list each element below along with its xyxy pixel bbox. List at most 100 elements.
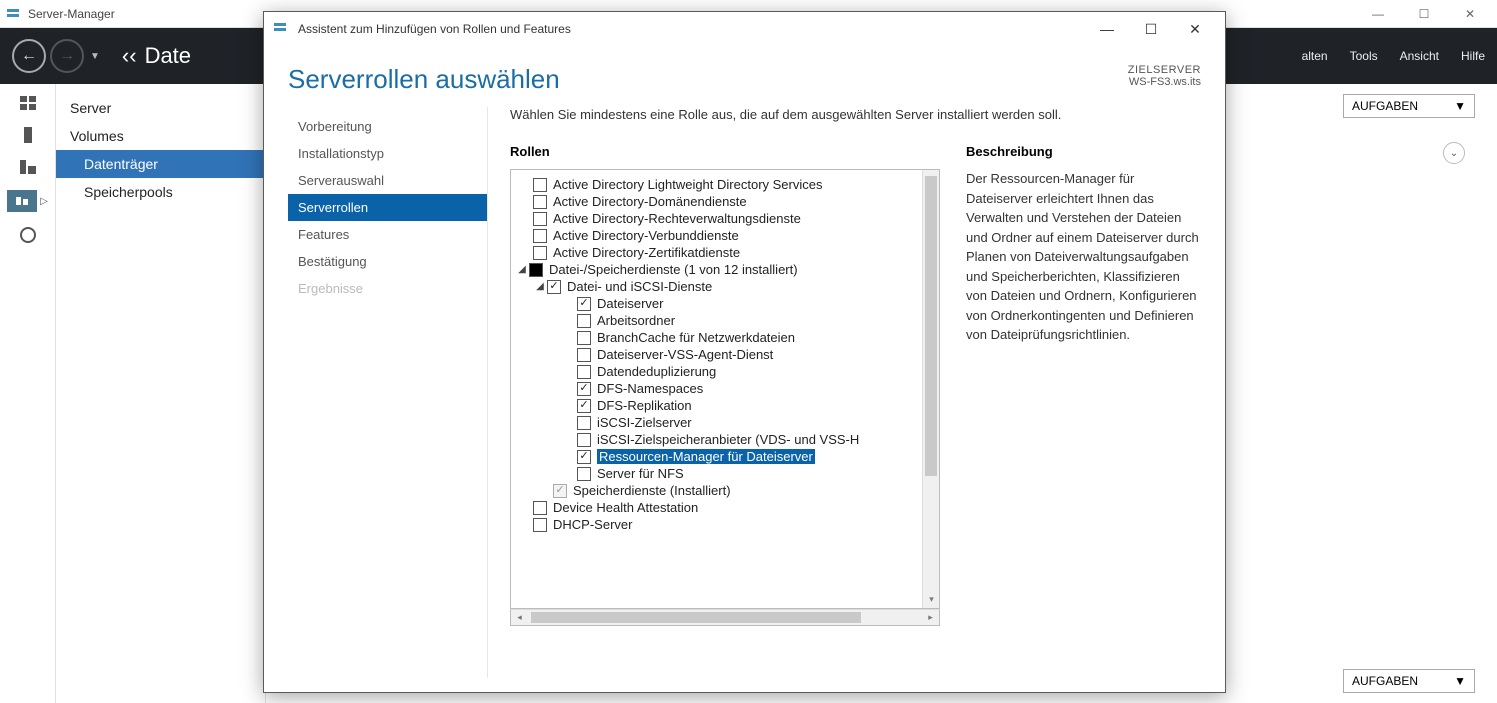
role-iscsi-provider[interactable]: iSCSI-Zielspeicheranbieter (VDS- und VSS… [515,431,918,448]
wizard-titlebar: Assistent zum Hinzufügen von Rollen und … [264,12,1225,46]
checkbox[interactable] [577,467,591,481]
icon-strip: ▷ [0,84,56,703]
step-installation-type[interactable]: Installationstyp [288,140,487,167]
step-server-selection[interactable]: Serverauswahl [288,167,487,194]
role-dhcp[interactable]: DHCP-Server [515,516,918,533]
nav-back-button[interactable]: ← [12,39,46,73]
expand-icon[interactable]: ▷ [40,196,48,207]
local-server-icon[interactable] [17,126,39,144]
menu-help[interactable]: Hilfe [1461,49,1485,63]
checkbox[interactable] [577,348,591,362]
step-features[interactable]: Features [288,221,487,248]
role-description: Der Ressourcen-Manager für Dateiserver e… [966,169,1201,345]
role-file-iscsi[interactable]: ◢✓Datei- und iSCSI-Dienste [515,278,918,295]
checkbox[interactable] [533,178,547,192]
role-fsrm[interactable]: ✓Ressourcen-Manager für Dateiserver [515,448,918,465]
tasks-label: AUFGABEN [1352,99,1418,113]
roles-listbox: Active Directory Lightweight Directory S… [510,169,940,609]
checkbox[interactable] [533,229,547,243]
sidenav-disks[interactable]: Datenträger [56,150,265,178]
wizard-instruction: Wählen Sie mindestens eine Rolle aus, di… [510,107,1201,122]
role-workfolders[interactable]: Arbeitsordner [515,312,918,329]
checkbox-disabled: ✓ [553,484,567,498]
checkbox[interactable]: ✓ [547,280,561,294]
horizontal-scrollbar[interactable]: ◂▸ [510,609,940,626]
role-branchcache[interactable]: BranchCache für Netzwerkdateien [515,329,918,346]
checkbox[interactable]: ✓ [577,399,591,413]
scroll-left-icon[interactable]: ◂ [511,610,528,625]
checkbox[interactable] [577,433,591,447]
checkbox[interactable] [577,416,591,430]
chevron-down-icon: ▼ [1454,674,1466,688]
checkbox[interactable] [577,331,591,345]
iis-icon[interactable] [17,226,39,244]
dashboard-icon[interactable] [17,94,39,112]
roles-header: Rollen [510,144,940,159]
collapse-toggle[interactable]: ⌄ [1443,142,1465,164]
menu-view[interactable]: Ansicht [1400,49,1439,63]
wizard-maximize-button[interactable]: ☐ [1129,14,1173,44]
nav-history-dropdown[interactable]: ▼ [90,51,100,62]
role-adfs[interactable]: Active Directory-Verbunddienste [515,227,918,244]
checkbox[interactable]: ✓ [577,382,591,396]
role-adrms[interactable]: Active Directory-Rechteverwaltungsdienst… [515,210,918,227]
wizard-steps: Vorbereitung Installationstyp Serverausw… [288,107,488,678]
tree-collapse-icon[interactable]: ◢ [533,281,547,292]
breadcrumb-chevron: ‹‹ [122,43,137,69]
scroll-thumb[interactable] [925,176,937,476]
tree-collapse-icon[interactable]: ◢ [515,264,529,275]
main-minimize-button[interactable]: — [1355,0,1401,28]
sidenav-server[interactable]: Server [56,94,265,122]
checkbox[interactable]: ✓ [577,450,591,464]
menu-manage[interactable]: alten [1302,49,1328,63]
role-fileserver[interactable]: ✓Dateiserver [515,295,918,312]
role-file-storage[interactable]: ◢Datei-/Speicherdienste (1 von 12 instal… [515,261,918,278]
role-storage-services[interactable]: ✓Speicherdienste (Installiert) [515,482,918,499]
role-dedup[interactable]: Datendeduplizierung [515,363,918,380]
tasks-dropdown-bottom[interactable]: AUFGABEN▼ [1343,669,1475,693]
checkbox[interactable] [533,501,547,515]
wizard-icon [272,20,290,38]
target-server: WS-FS3.ws.its [1128,76,1201,88]
step-server-roles[interactable]: Serverrollen [288,194,487,221]
step-before-you-begin[interactable]: Vorbereitung [288,113,487,140]
role-adds[interactable]: Active Directory-Domänendienste [515,193,918,210]
role-iscsi-target[interactable]: iSCSI-Zielserver [515,414,918,431]
breadcrumb-text: Date [145,43,191,69]
add-roles-wizard: Assistent zum Hinzufügen von Rollen und … [263,11,1226,693]
scroll-right-icon[interactable]: ▸ [922,610,939,625]
wizard-minimize-button[interactable]: — [1085,14,1129,44]
checkbox[interactable] [533,195,547,209]
role-dfsn[interactable]: ✓DFS-Namespaces [515,380,918,397]
scroll-down-icon[interactable]: ▾ [923,591,940,608]
step-confirmation[interactable]: Bestätigung [288,248,487,275]
checkbox[interactable]: ✓ [577,297,591,311]
main-close-button[interactable]: ✕ [1447,0,1493,28]
checkbox[interactable] [533,518,547,532]
sidenav-pools[interactable]: Speicherpools [56,178,265,206]
role-dfsr[interactable]: ✓DFS-Replikation [515,397,918,414]
server-manager-icon [4,5,22,23]
role-adcs[interactable]: Active Directory-Zertifikatdienste [515,244,918,261]
checkbox[interactable] [533,212,547,226]
wizard-close-button[interactable]: ✕ [1173,14,1217,44]
wizard-heading: Serverrollen auswählen [288,64,560,95]
main-window-title: Server-Manager [28,7,115,21]
nav-forward-button[interactable]: → [50,39,84,73]
tasks-dropdown[interactable]: AUFGABEN▼ [1343,94,1475,118]
menu-tools[interactable]: Tools [1350,49,1378,63]
file-services-icon[interactable] [7,190,37,212]
scroll-thumb[interactable] [531,612,861,623]
sidenav-volumes[interactable]: Volumes [56,122,265,150]
all-servers-icon[interactable] [17,158,39,176]
main-maximize-button[interactable]: ☐ [1401,0,1447,28]
role-nfs[interactable]: Server für NFS [515,465,918,482]
checkbox[interactable] [533,246,547,260]
role-vss-agent[interactable]: Dateiserver-VSS-Agent-Dienst [515,346,918,363]
checkbox-tristate[interactable] [529,263,543,277]
vertical-scrollbar[interactable]: ▴▾ [922,170,939,608]
role-adlds[interactable]: Active Directory Lightweight Directory S… [515,176,918,193]
checkbox[interactable] [577,314,591,328]
checkbox[interactable] [577,365,591,379]
role-dha[interactable]: Device Health Attestation [515,499,918,516]
